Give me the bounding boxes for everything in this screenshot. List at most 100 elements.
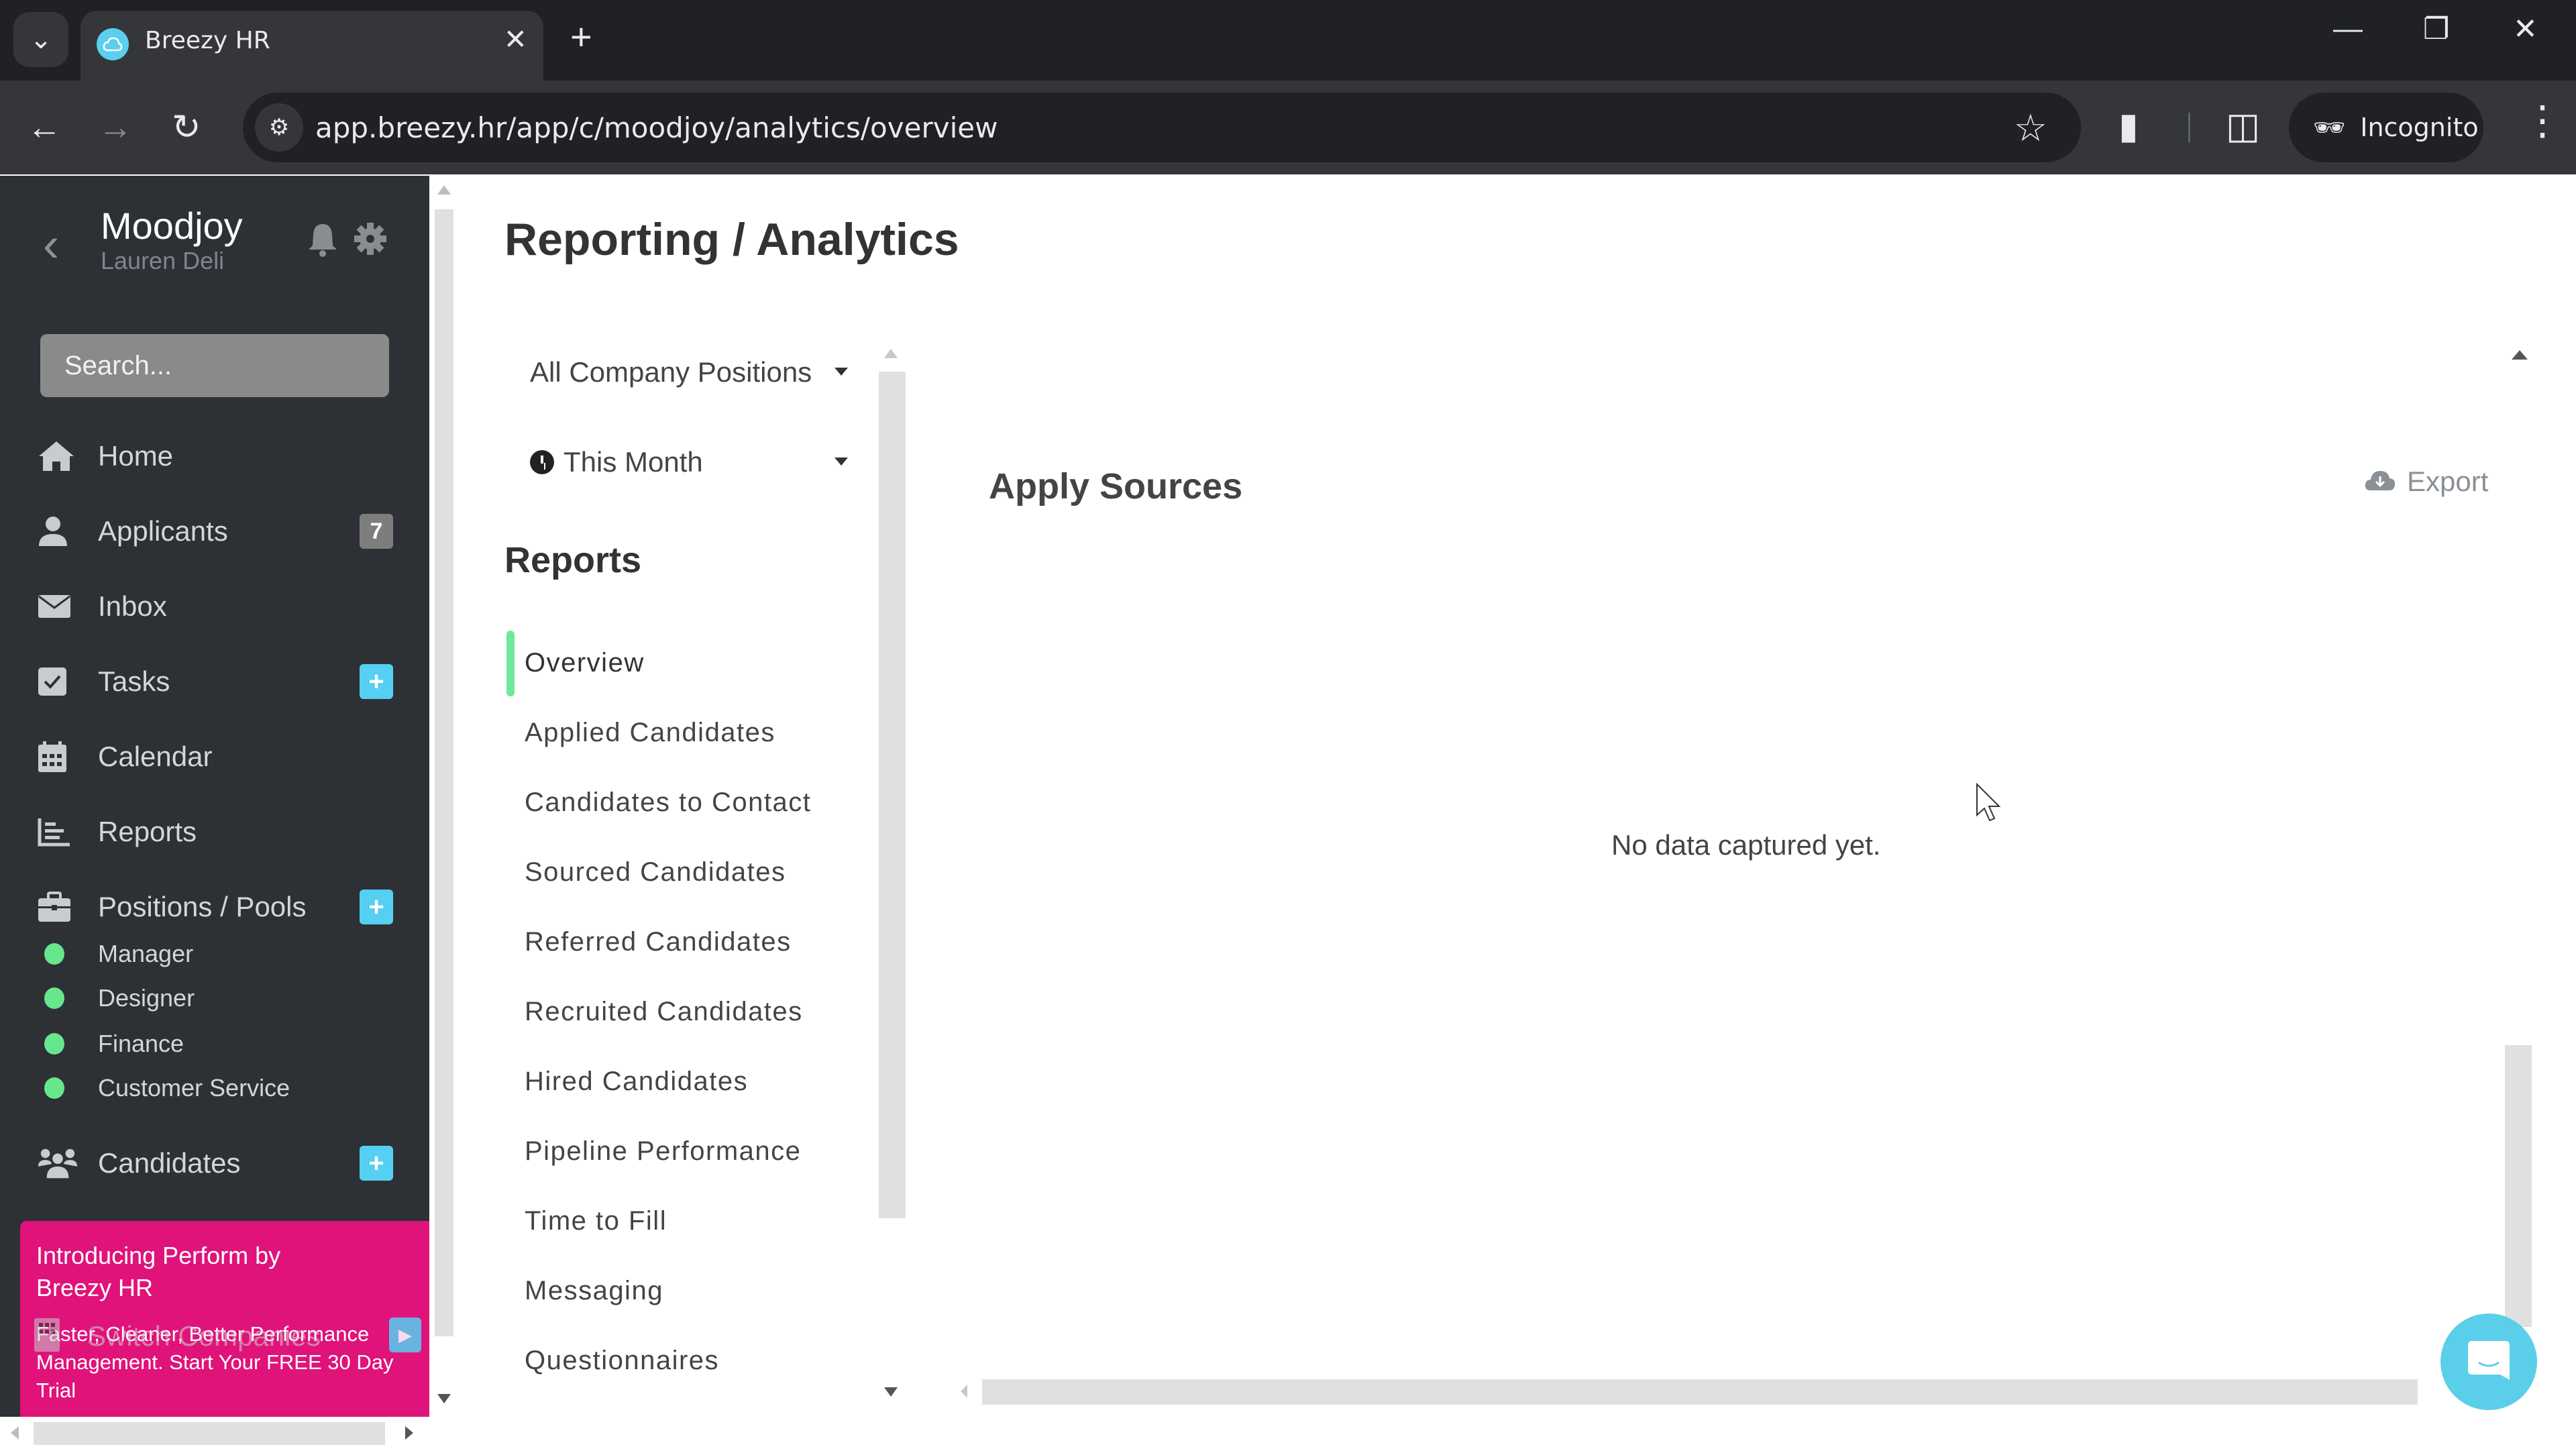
chat-bubble-icon [2467,1340,2511,1385]
browser-menu-icon[interactable]: ⋮ [2522,101,2563,141]
position-item-customer-service[interactable]: Customer Service [44,1068,290,1108]
address-bar[interactable]: ⚙ app.breezy.hr/app/c/moodjoy/analytics/… [243,93,2081,162]
position-label: Finance [98,1030,184,1057]
export-label: Export [2407,466,2489,497]
tab-close-icon[interactable]: ✕ [504,23,527,56]
envelope-icon [38,586,78,627]
reload-icon[interactable]: ↻ [172,107,201,148]
report-item-overview[interactable]: Overview [525,648,645,678]
site-info-icon[interactable]: ⚙ [255,103,303,152]
report-item-messaging[interactable]: Messaging [525,1276,663,1306]
browser-toolbar: ← → ↻ ⚙ app.breezy.hr/app/c/moodjoy/anal… [0,80,2576,174]
back-chevron-icon[interactable]: ‹ [43,217,59,272]
sidebar-item-inbox[interactable]: Inbox [38,580,393,633]
report-item-referred-candidates[interactable]: Referred Candidates [525,927,792,957]
incognito-label: Incognito [2360,113,2479,142]
app-sidebar: ‹ Moodjoy Lauren Deli Home Applicants 7 … [0,176,429,1417]
sidebar-item-reports[interactable]: Reports [38,805,393,859]
tab-search-button[interactable]: ⌄ [13,12,68,67]
switch-companies-item[interactable]: Switch Companies [34,1309,423,1363]
reports-scroll-up-icon[interactable] [884,349,898,358]
bar-chart-icon [38,812,78,852]
reports-heading: Reports [504,540,642,580]
scroll-right-arrow-icon[interactable] [405,1426,413,1440]
building-icon [34,1318,60,1356]
scroll-down-arrow-icon[interactable] [437,1394,451,1403]
caret-down-icon [835,368,848,376]
position-item-finance[interactable]: Finance [44,1024,184,1064]
sidebar-item-applicants[interactable]: Applicants 7 [38,504,393,558]
add-candidate-button[interactable]: + [360,1146,393,1181]
position-label: Manager [98,940,194,967]
cloud-download-icon [2364,466,2396,498]
sidebar-item-calendar[interactable]: Calendar [38,730,393,784]
user-name: Lauren Deli [101,247,225,274]
add-task-button[interactable]: + [360,664,393,699]
sidebar-item-label: Calendar [98,741,213,772]
export-button[interactable]: Export [2364,466,2488,498]
side-panel-icon[interactable]: ◫ [2226,105,2260,147]
panel-horizontal-scrollbar[interactable] [982,1379,2418,1405]
positions-filter-dropdown[interactable]: All Company Positions [530,349,852,396]
window-close-icon[interactable]: ✕ [2513,12,2538,46]
report-item-applied-candidates[interactable]: Applied Candidates [525,718,775,748]
position-label: Customer Service [98,1074,290,1102]
sidebar-item-positions-pools[interactable]: Positions / Pools + [38,880,393,934]
incognito-badge[interactable]: 🕶 Incognito [2289,93,2483,162]
status-dot-icon [44,987,64,1009]
reports-scrollbar-thumb[interactable] [879,372,906,1218]
applicants-count-badge: 7 [360,514,393,549]
reports-scroll-down-icon[interactable] [884,1387,898,1397]
panel-scroll-left-icon[interactable] [961,1385,967,1398]
position-item-designer[interactable]: Designer [44,978,195,1018]
sidebar-horizontal-scrollbar[interactable] [0,1417,429,1449]
bookmark-star-icon[interactable]: ☆ [2014,106,2047,150]
mouse-cursor-icon [1976,782,2002,826]
chat-launcher-button[interactable] [2440,1313,2537,1410]
url-text[interactable]: app.breezy.hr/app/c/moodjoy/analytics/ov… [315,111,998,144]
empty-state-message: No data captured yet. [1611,829,1881,861]
report-item-questionnaires[interactable]: Questionnaires [525,1346,719,1376]
breezy-favicon-icon [97,28,129,60]
restore-icon[interactable]: ❐ [2423,12,2449,46]
back-icon[interactable]: ← [27,107,62,148]
company-name[interactable]: Moodjoy [101,204,243,248]
scrollbar-thumb[interactable] [435,209,453,1336]
report-item-candidates-to-contact[interactable]: Candidates to Contact [525,788,811,818]
sidebar-item-candidates[interactable]: Candidates + [38,1136,393,1190]
scroll-left-arrow-icon[interactable] [11,1426,19,1440]
report-item-pipeline-performance[interactable]: Pipeline Performance [525,1136,801,1167]
home-icon [38,436,78,476]
report-item-time-to-fill[interactable]: Time to Fill [525,1206,667,1236]
notifications-bell-icon[interactable] [307,221,338,261]
minimize-icon[interactable]: — [2333,12,2363,46]
sidebar-item-tasks[interactable]: Tasks + [38,655,393,708]
scroll-up-arrow-icon[interactable] [437,185,451,195]
extensions-icon[interactable]: ▮ [2118,105,2139,147]
panel-scroll-up-icon[interactable] [2512,350,2528,360]
position-item-manager[interactable]: Manager [44,934,193,974]
report-item-sourced-candidates[interactable]: Sourced Candidates [525,857,786,888]
report-item-hired-candidates[interactable]: Hired Candidates [525,1067,748,1097]
settings-gear-icon[interactable] [353,221,388,260]
sidebar-item-home[interactable]: Home [38,429,393,483]
new-tab-icon[interactable]: + [570,15,592,58]
scrollbar-thumb[interactable] [34,1422,385,1445]
switch-companies-arrow-icon[interactable]: ▶ [389,1318,421,1352]
position-label: Designer [98,984,195,1012]
forward-icon[interactable]: → [98,107,133,148]
sidebar-vertical-scrollbar[interactable] [429,176,460,1417]
sidebar-search-input[interactable] [40,334,389,397]
caret-down-icon [835,458,848,466]
user-icon [38,511,78,551]
panel-vertical-scrollbar[interactable] [2505,1045,2532,1327]
sidebar-item-label: Positions / Pools [98,891,307,922]
add-position-button[interactable]: + [360,890,393,924]
panel-title: Apply Sources [989,466,1243,506]
status-dot-icon [44,1033,64,1055]
tab-title: Breezy HR [145,27,270,54]
report-item-recruited-candidates[interactable]: Recruited Candidates [525,997,803,1027]
browser-tab[interactable]: Breezy HR ✕ [80,11,543,80]
status-dot-icon [44,1077,64,1099]
period-filter-dropdown[interactable]: This Month [530,439,852,486]
